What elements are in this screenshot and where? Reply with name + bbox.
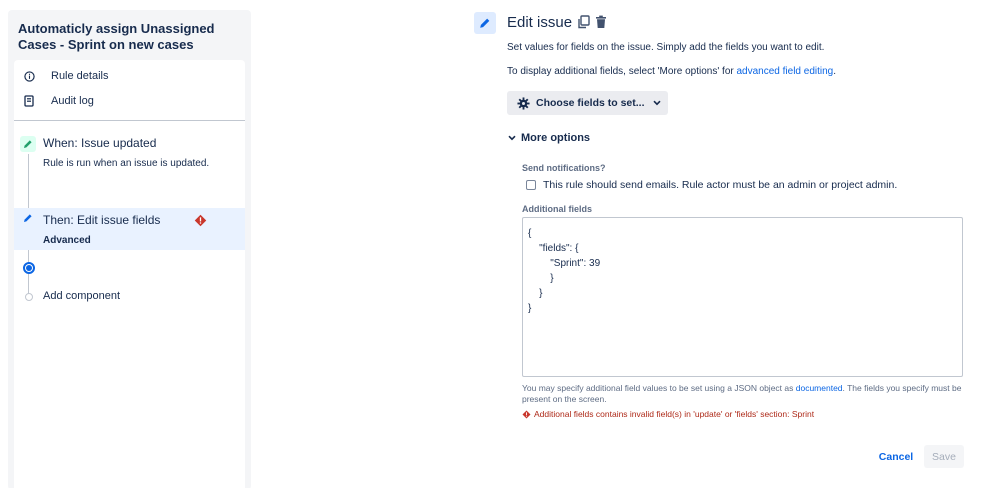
json-line: { (528, 228, 532, 239)
send-notifications-checkbox[interactable] (526, 180, 536, 190)
json-line: "fields": { (528, 243, 579, 254)
documented-link[interactable]: documented (796, 383, 843, 393)
additional-fields-editor[interactable]: { "fields": { "Sprint": 39 } } } (522, 217, 963, 377)
sidebar-item-rule-details[interactable]: Rule details (24, 66, 108, 86)
cancel-button[interactable]: Cancel (874, 446, 918, 468)
gear-icon (517, 96, 530, 110)
send-notifications-checkbox-label[interactable]: This rule should send emails. Rule actor… (543, 179, 897, 191)
json-line: "Sprint": 39 (528, 258, 601, 269)
action-subtitle: Advanced (43, 235, 91, 246)
hint-suffix: . (833, 66, 837, 77)
json-line: } (528, 288, 543, 299)
additional-fields-help: You may specify additional field values … (522, 383, 962, 405)
validation-error: Additional fields contains invalid field… (522, 409, 814, 419)
trigger-subtitle: Rule is run when an issue is updated. (43, 158, 210, 169)
rule-sidebar: Automaticly assign Unassigned Cases - Sp… (8, 10, 251, 488)
page-title: Edit issue (507, 14, 573, 31)
add-step-indicator (25, 293, 33, 301)
more-options-toggle[interactable]: More options (508, 132, 590, 144)
more-options-label: More options (521, 132, 591, 144)
advanced-editing-hint: To display additional fields, select 'Mo… (507, 66, 836, 77)
edit-issue-description: Set values for fields on the issue. Simp… (507, 42, 825, 53)
rule-title: Automaticly assign Unassigned Cases - Sp… (18, 21, 215, 52)
trigger-title: When: Issue updated (43, 136, 157, 150)
hint-text: To display additional fields, select 'Mo… (507, 66, 737, 77)
sidebar-item-label: Rule details (51, 70, 109, 82)
error-text: Additional fields contains invalid field… (534, 409, 815, 419)
sidebar-divider (14, 120, 245, 121)
action-title: Then: Edit issue fields (43, 213, 161, 227)
choose-fields-label: Choose fields to set... (536, 97, 645, 109)
send-notifications-label: Send notifications? (522, 163, 606, 173)
choose-fields-button[interactable]: Choose fields to set... (507, 91, 668, 115)
help-text: You may specify additional field values … (522, 383, 796, 393)
pencil-icon (20, 136, 36, 152)
chevron-down-icon (508, 135, 516, 141)
trigger-when-issue-updated[interactable]: When: Issue updated Rule is run when an … (14, 134, 245, 184)
additional-fields-label: Additional fields (522, 204, 593, 214)
error-icon (194, 214, 207, 232)
audit-log-icon (24, 95, 42, 107)
json-line: } (528, 273, 554, 284)
action-edit-issue-fields[interactable]: Then: Edit issue fields Advanced (14, 208, 245, 250)
json-line: } (528, 303, 532, 314)
error-icon (522, 410, 531, 419)
trash-icon[interactable] (595, 15, 607, 34)
advanced-field-editing-link[interactable]: advanced field editing (737, 66, 834, 77)
pencil-icon (474, 12, 496, 34)
copy-icon[interactable] (578, 15, 590, 34)
save-button[interactable]: Save (924, 445, 964, 468)
sidebar-item-label: Audit log (51, 95, 94, 107)
current-step-indicator (23, 262, 35, 274)
pencil-icon (20, 210, 36, 226)
sidebar-item-audit-log[interactable]: Audit log (24, 91, 94, 111)
rule-component-panel: Rule details Audit log When: Issue updat… (14, 60, 245, 488)
add-component-link[interactable]: Add component (43, 290, 120, 302)
chevron-down-icon (652, 100, 661, 106)
info-icon (24, 70, 42, 82)
